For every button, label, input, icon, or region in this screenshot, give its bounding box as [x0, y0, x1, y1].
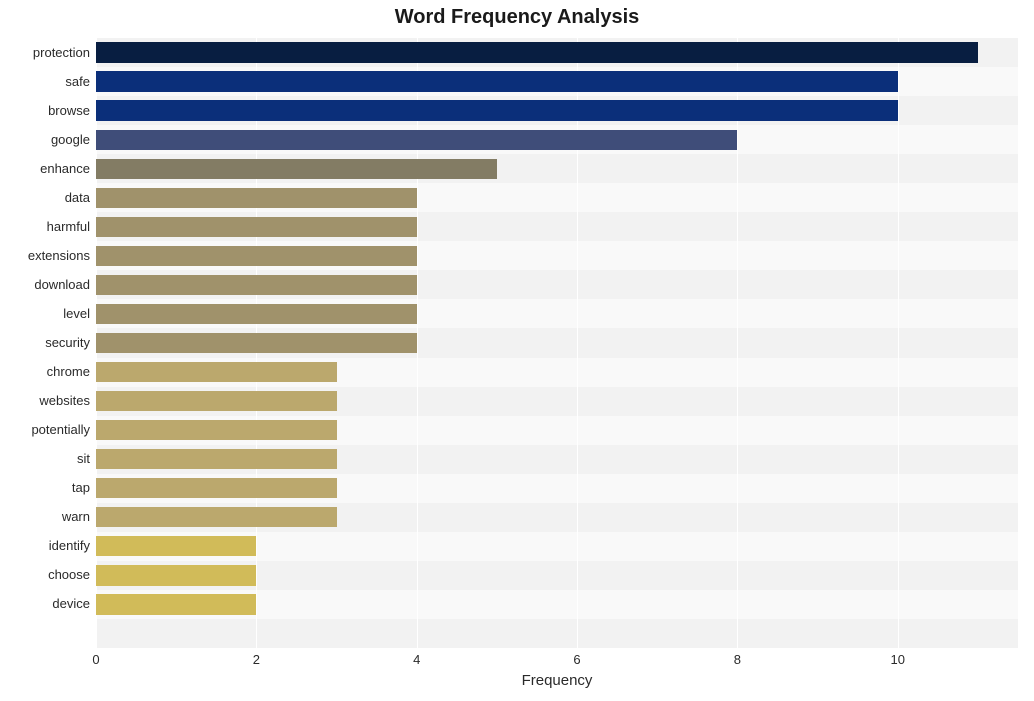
y-tick-label: extensions [0, 248, 90, 263]
y-tick-label: google [0, 132, 90, 147]
y-tick-label: protection [0, 45, 90, 60]
bar [96, 507, 337, 527]
y-tick-label: chrome [0, 364, 90, 379]
plot-band [96, 619, 1018, 648]
y-tick-label: device [0, 596, 90, 611]
x-tick-label: 4 [413, 652, 420, 667]
y-tick-label: sit [0, 451, 90, 466]
bar [96, 42, 978, 62]
y-tick-label: data [0, 190, 90, 205]
x-tick-label: 10 [891, 652, 905, 667]
x-tick-label: 6 [573, 652, 580, 667]
y-tick-label: potentially [0, 422, 90, 437]
y-tick-label: browse [0, 103, 90, 118]
bar [96, 536, 256, 556]
bar [96, 449, 337, 469]
y-tick-label: choose [0, 567, 90, 582]
plot-area [96, 38, 1018, 648]
gridline [737, 38, 738, 648]
y-tick-label: websites [0, 393, 90, 408]
bar [96, 159, 497, 179]
y-tick-label: warn [0, 509, 90, 524]
bar [96, 333, 417, 353]
chart-container: Word Frequency Analysis Frequency protec… [0, 0, 1034, 701]
x-tick-label: 0 [92, 652, 99, 667]
bar [96, 130, 737, 150]
y-tick-label: security [0, 335, 90, 350]
bar [96, 188, 417, 208]
gridline [898, 38, 899, 648]
x-tick-label: 2 [253, 652, 260, 667]
bar [96, 275, 417, 295]
y-tick-label: identify [0, 538, 90, 553]
y-tick-label: level [0, 306, 90, 321]
y-tick-label: harmful [0, 219, 90, 234]
x-axis-label: Frequency [96, 672, 1018, 689]
chart-title: Word Frequency Analysis [0, 6, 1034, 29]
y-tick-label: enhance [0, 161, 90, 176]
bar [96, 362, 337, 382]
bar [96, 246, 417, 266]
bar [96, 594, 256, 614]
bar [96, 391, 337, 411]
bar [96, 565, 256, 585]
bar [96, 71, 898, 91]
y-tick-label: download [0, 277, 90, 292]
bar [96, 478, 337, 498]
bar [96, 217, 417, 237]
y-tick-label: safe [0, 74, 90, 89]
bar [96, 100, 898, 120]
x-tick-label: 8 [734, 652, 741, 667]
bar [96, 420, 337, 440]
y-tick-label: tap [0, 480, 90, 495]
bar [96, 304, 417, 324]
